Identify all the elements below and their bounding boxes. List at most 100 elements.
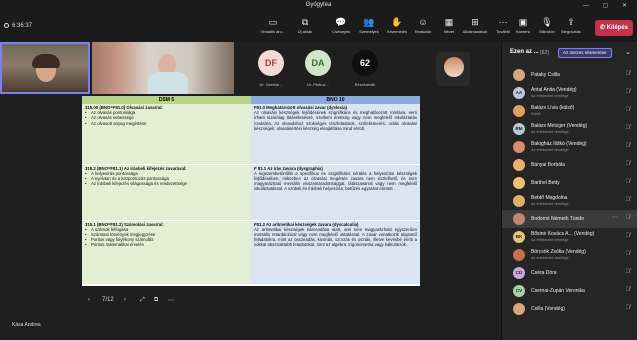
table-row: 315.1 (BNO=F81.2) Számolási zavarral: A … [82,220,420,285]
participant-name: Bősiné Kovács A... (Vendég) [531,231,595,237]
participant-row[interactable]: Bebtő Magdolna Az értekezlet vendége 🎙̸ [502,192,637,210]
table-cell: F81.2 Az aritmetikai készségek zavara (d… [251,220,420,285]
mic-off-icon: 🎙̸ [625,233,631,239]
page-indicator: 7/12 [102,297,114,303]
panel-title: Ezen az ... [510,49,539,55]
mic-off-icon: 🎙̸ [625,107,631,113]
participant-name: Pataky Csilla [531,72,560,78]
avatar: BM [513,123,525,135]
mic-off-icon: 🎙̸ [625,89,631,95]
comparison-table: DSM 5 BNO 10 315.00 (BNO=F81.0) Olvasási… [82,96,420,285]
video-tile-participant[interactable] [92,42,234,94]
table-cell: 315.00 (BNO=F81.0) Olvasási zavarral: Az… [82,104,251,165]
tile-name: Dr. Gerebe... [259,82,283,87]
avatar [513,213,525,225]
participant-status: Az értekezlet vendége [531,237,569,242]
share-icon: ⇪ [567,17,575,27]
toolbar-label: Új ablak [297,29,313,34]
chevron-down-icon[interactable]: ⌄ [625,48,631,56]
participant-name: Balogház Ildikó (Vendég) [531,141,587,147]
participant-row[interactable]: Pataky Csilla 🎙̸ [502,66,637,84]
participant-count-tile[interactable]: 62 [352,50,378,76]
avatar [513,177,525,189]
avatar-initials: DF [265,58,277,68]
toolbar-label: Kézemelés [387,29,407,34]
participant-count: (62) [540,50,549,56]
avatar-df[interactable]: DF [258,50,284,76]
participant-row[interactable]: Barthel Betty 🎙̸ [502,174,637,192]
chat-button[interactable]: 💬 Csevegés [326,16,356,40]
mic-off-icon: 🎙̸ [625,161,631,167]
participant-row[interactable]: CV Csernai-Zupán Veronika 🎙̸ [502,282,637,300]
leave-button[interactable]: ✆ Kilépés [595,20,633,36]
toolbar-label: Reakciók [414,29,432,34]
toolbar-label: Megosztás [561,29,581,34]
leave-label: Kilépés [606,25,629,31]
participant-row[interactable]: BK Bősiné Kovács A... (Vendég) Az értekezl… [502,228,637,246]
mic-off-icon: 🎙̸ [625,251,631,257]
virtual-background-button[interactable]: ▭ Virtuális áru... [258,16,288,40]
avatar-da[interactable]: DA [305,50,331,76]
participant-name: Bányai Borbála [531,162,565,168]
participant-shirt [148,72,188,94]
tile-name: Résztvevők [354,82,376,87]
avatar [444,57,464,77]
more-icon[interactable]: ⋯ [612,214,618,221]
self-view-tile[interactable] [436,52,470,86]
avatar [513,69,525,81]
toolbar-label: Személyek [359,29,379,34]
participant-row[interactable]: Balogház Ildikó (Vendég) Az értekezlet ve… [502,138,637,156]
new-window-button[interactable]: ⧉ Új ablak [290,16,320,40]
people-button[interactable]: 👥 Személyek [354,16,384,40]
admit-all-button[interactable]: Az összes elismerése [558,48,612,58]
prev-slide-button[interactable]: ‹ [88,297,90,303]
participant-name: Bebtő Magdolna [531,195,568,201]
participant-row[interactable]: CD Cséra Dóra 🎙̸ [502,264,637,282]
participant-row[interactable]: Csilla (Vendég) 🎙̸ [502,300,637,318]
participant-row[interactable]: Balázs Lívia (külső) Külső 🎙̸ [502,102,637,120]
toolbar-label: Nézet [443,29,455,34]
chat-icon: 💬 [335,17,347,27]
participant-row[interactable]: BM Balázs Metzger (Vendég) Az értekezlet v… [502,120,637,138]
avatar: AA [513,87,525,99]
sync-icon[interactable]: ⧉ [154,297,158,304]
mic-off-icon: 🎙̸ [625,71,631,77]
participant-row[interactable]: Börcsök Zsófia (Vendég) Az értekezlet ven… [502,246,637,264]
item-list: Az olvasás pontossága Az olvasás sebessé… [85,110,248,126]
cell-text: Az aritmetikai készségek károsodása alat… [254,226,417,248]
window-controls[interactable]: — ▢ ✕ [583,2,633,9]
cell-text: Az olvasási készségek fejlődésének szign… [254,110,417,131]
toolbar-label: Csevegés [332,29,350,34]
item-list: A helyesírás pontossága A nyelvtan és a … [85,171,248,187]
next-slide-button[interactable]: › [124,297,126,303]
video-tile-speaker[interactable] [0,42,90,94]
more-icon[interactable]: ⋯ [168,297,174,304]
participant-row[interactable]: Bányai Borbála 🎙̸ [502,156,637,174]
shared-slide[interactable]: DSM 5 BNO 10 315.00 (BNO=F81.0) Olvasási… [82,96,420,286]
new-window-icon: ⧉ [301,17,309,27]
meeting-timer: 6:36:37 [4,23,32,29]
participant-name: Antal Anita (Vendég) [531,87,577,93]
table-cell: F81.0 Meghatározott olvasási zavar (dysl… [251,104,420,165]
timer-text: 6:36:37 [12,23,33,29]
teams-meeting-window: Gyógytea — ▢ ✕ 6:36:37 ▭ Virtuális áru...… [0,0,637,340]
title-bar: Gyógytea — ▢ ✕ [0,0,637,14]
participant-hair [32,54,60,68]
participant-row[interactable]: AA Antal Anita (Vendég) Az értekezlet vend… [502,84,637,102]
mic-off-icon: 🎙̸ [625,305,631,311]
toolbar-label: Virtuális áru... [260,29,286,34]
table-header-row: DSM 5 BNO 10 [82,96,420,104]
participant-name: Csernai-Zupán Veronika [531,288,585,294]
background-icon: ▭ [268,17,278,27]
participant-row[interactable]: Bodomé Németh Tünde ⋯ 🎙̸ [502,210,637,228]
apps-button[interactable]: ⊞ Alkalmazások [460,16,490,40]
list-item: Pontos matematikai érvelés [85,242,248,247]
participant-name: Balázs Lívia (külső) [531,105,575,111]
participant-count: 62 [359,58,370,68]
expand-icon[interactable]: ⤢ [140,297,145,304]
participant-name: Balázs Metzger (Vendég) [531,123,588,129]
table-cell: 315.1 (BNO=F81.2) Számolási zavarral: A … [82,220,251,285]
share-button[interactable]: ⇪ Megosztás [556,16,586,40]
mic-off-icon: 🎙̸ [625,269,631,275]
mic-off-icon: 🎙̸ [625,125,631,131]
